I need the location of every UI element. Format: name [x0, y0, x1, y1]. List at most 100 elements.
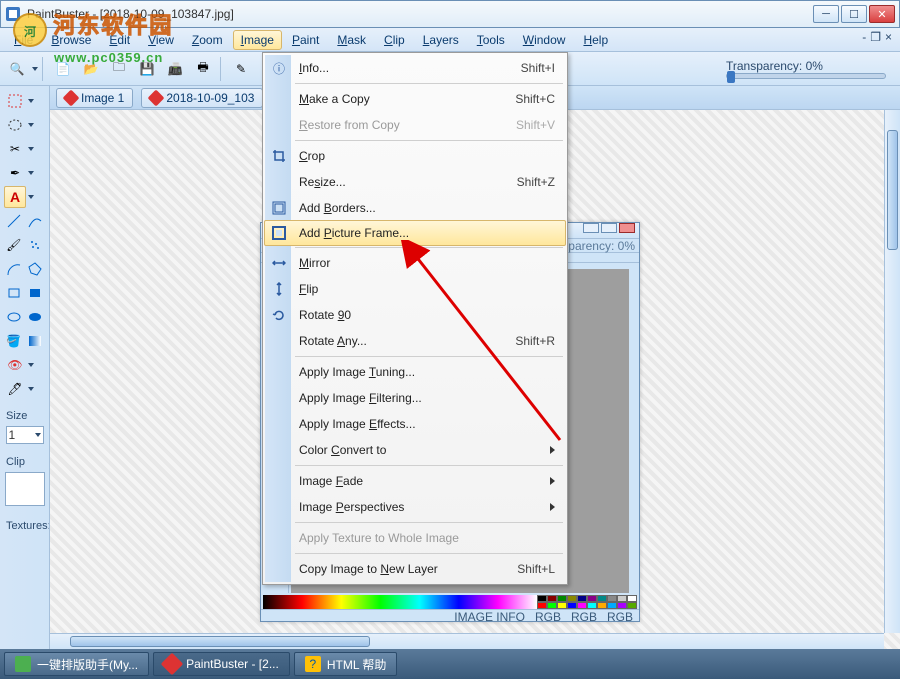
- menu-layers[interactable]: Layers: [415, 30, 467, 50]
- titlebar: PaintBuster - [2018-10-09_103847.jpg] ─ …: [0, 0, 900, 28]
- borders-icon: [270, 199, 288, 217]
- chevron-down-icon[interactable]: [28, 387, 34, 391]
- tool-lasso[interactable]: [4, 114, 26, 136]
- app-icon: [15, 656, 31, 672]
- chevron-down-icon[interactable]: [32, 67, 38, 71]
- menu-item-rotate-90[interactable]: Rotate 90: [265, 302, 565, 328]
- doc-tab-2[interactable]: 2018-10-09_103: [141, 88, 263, 108]
- menu-item-tuning[interactable]: Apply Image Tuning...: [265, 359, 565, 385]
- menu-mask[interactable]: Mask: [329, 30, 374, 50]
- tool-text[interactable]: A: [4, 186, 26, 208]
- mdi-minimize[interactable]: -: [862, 30, 866, 44]
- chevron-down-icon[interactable]: [28, 171, 34, 175]
- tool-ellipse-fill[interactable]: [26, 306, 46, 328]
- menu-item-add-borders[interactable]: Add Borders...: [265, 195, 565, 221]
- vertical-scrollbar[interactable]: [884, 110, 900, 633]
- menu-item-perspectives[interactable]: Image Perspectives: [265, 494, 565, 520]
- menu-item-rotate-any[interactable]: Rotate Any...Shift+R: [265, 328, 565, 354]
- taskbar-button-1[interactable]: 一键排版助手(My...: [4, 652, 149, 676]
- tool-eyedrop[interactable]: 👁: [4, 354, 26, 376]
- tool-scan[interactable]: 📠: [162, 56, 188, 82]
- minimize-button[interactable]: ─: [813, 5, 839, 23]
- tool-ellipse[interactable]: [4, 306, 24, 328]
- scrollbar-thumb[interactable]: [70, 636, 370, 647]
- slider-thumb[interactable]: [727, 71, 735, 83]
- mdi-restore[interactable]: ❐: [870, 30, 881, 44]
- tool-print[interactable]: 🖶: [190, 56, 216, 82]
- menu-view[interactable]: View: [140, 30, 182, 50]
- tool-new[interactable]: 📄: [50, 56, 76, 82]
- transparency-slider[interactable]: [726, 73, 886, 79]
- tool-curve[interactable]: [26, 210, 46, 232]
- horizontal-scrollbar[interactable]: [50, 633, 884, 649]
- child-close[interactable]: [619, 223, 635, 233]
- menu-clip[interactable]: Clip: [376, 30, 413, 50]
- menu-paint[interactable]: Paint: [284, 30, 327, 50]
- tool-open[interactable]: 📂: [78, 56, 104, 82]
- submenu-arrow-icon: [550, 477, 555, 485]
- child-maximize[interactable]: [601, 223, 617, 233]
- menu-item-image-fade[interactable]: Image Fade: [265, 468, 565, 494]
- info-icon: ⓘ: [270, 59, 288, 77]
- doc-tab-1[interactable]: Image 1: [56, 88, 133, 108]
- menu-item-info[interactable]: ⓘ Info...Shift+I: [265, 55, 565, 81]
- maximize-button[interactable]: ☐: [841, 5, 867, 23]
- menu-item-filtering[interactable]: Apply Image Filtering...: [265, 385, 565, 411]
- menu-item-color-convert[interactable]: Color Convert to: [265, 437, 565, 463]
- tool-rect[interactable]: [4, 282, 24, 304]
- tool-fill[interactable]: 🪣: [4, 330, 24, 352]
- taskbar-button-3[interactable]: ? HTML 帮助: [294, 652, 398, 676]
- menu-item-copy-to-layer[interactable]: Copy Image to New LayerShift+L: [265, 556, 565, 582]
- menu-file[interactable]: File: [6, 30, 41, 50]
- menu-tools[interactable]: Tools: [469, 30, 513, 50]
- tool-smudge[interactable]: 🖊: [4, 378, 26, 400]
- tool-spray[interactable]: [26, 234, 46, 256]
- chevron-down-icon[interactable]: [28, 99, 34, 103]
- tool-select-rect[interactable]: [4, 90, 26, 112]
- color-swatches[interactable]: [537, 595, 637, 609]
- folder-open-icon: 📂: [83, 61, 99, 77]
- size-spinner[interactable]: 1: [6, 426, 44, 444]
- scrollbar-thumb[interactable]: [887, 130, 898, 250]
- menu-help[interactable]: Help: [575, 30, 616, 50]
- menu-zoom[interactable]: Zoom: [184, 30, 231, 50]
- edit-icon: ✎: [233, 61, 249, 77]
- menu-item-crop[interactable]: Crop: [265, 143, 565, 169]
- menu-edit[interactable]: Edit: [101, 30, 138, 50]
- tool-scissors[interactable]: ✂: [4, 138, 26, 160]
- tool-line[interactable]: [4, 210, 24, 232]
- mdi-close[interactable]: ×: [885, 30, 892, 44]
- menu-item-add-picture-frame[interactable]: Add Picture Frame...: [264, 220, 566, 246]
- menu-item-effects[interactable]: Apply Image Effects...: [265, 411, 565, 437]
- chevron-down-icon[interactable]: [28, 195, 34, 199]
- tool-arc[interactable]: [4, 258, 24, 280]
- tool-save[interactable]: 💾: [134, 56, 160, 82]
- tool-gradient[interactable]: [26, 330, 46, 352]
- child-minimize[interactable]: [583, 223, 599, 233]
- transparency-control: Transparency: 0%: [726, 59, 896, 79]
- tool-browse[interactable]: 🗀: [106, 56, 132, 82]
- chevron-down-icon[interactable]: [28, 147, 34, 151]
- chevron-down-icon[interactable]: [28, 123, 34, 127]
- child-palette[interactable]: [263, 595, 637, 609]
- chevron-down-icon[interactable]: [28, 363, 34, 367]
- menu-browse[interactable]: Browse: [43, 30, 99, 50]
- tool-polygon[interactable]: [26, 258, 46, 280]
- taskbar-button-2[interactable]: PaintBuster - [2...: [153, 652, 290, 676]
- menu-item-flip[interactable]: Flip: [265, 276, 565, 302]
- tool-brush[interactable]: 🖌: [4, 234, 24, 256]
- frame-icon: [270, 224, 288, 242]
- menu-item-resize[interactable]: Resize...Shift+Z: [265, 169, 565, 195]
- flip-icon: [270, 280, 288, 298]
- color-ramp[interactable]: [263, 595, 537, 609]
- tool-magnify[interactable]: 🔍: [4, 56, 30, 82]
- tool-extra1[interactable]: ✎: [228, 56, 254, 82]
- window-title: PaintBuster - [2018-10-09_103847.jpg]: [27, 7, 813, 21]
- menu-window[interactable]: Window: [515, 30, 574, 50]
- menu-item-make-copy[interactable]: Make a CopyShift+C: [265, 86, 565, 112]
- menu-image[interactable]: Image: [233, 30, 282, 50]
- menu-item-mirror[interactable]: Mirror: [265, 250, 565, 276]
- tool-pen[interactable]: ✒: [4, 162, 26, 184]
- close-button[interactable]: ✕: [869, 5, 895, 23]
- tool-rect-fill[interactable]: [26, 282, 46, 304]
